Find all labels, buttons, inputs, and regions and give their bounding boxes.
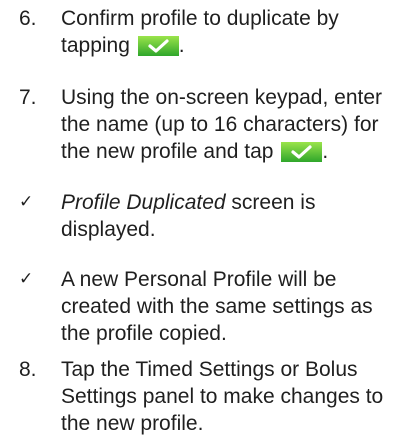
result-text-line-1: Profile Duplicated screen is [61, 189, 406, 216]
checkmark-icon: ✓ [19, 269, 34, 289]
result-text-line-2: displayed. [61, 218, 156, 241]
step-text: panel to make changes to [136, 385, 384, 408]
result-text-line-2: created with the same settings as [61, 295, 373, 318]
step-number: 6. [19, 7, 37, 30]
step-number: 7. [19, 86, 37, 109]
result-text: screen is [225, 191, 316, 214]
result-text-line-3: the profile copied. [61, 322, 227, 345]
step-text: Tap the [61, 358, 136, 381]
step-text-line-2: the name (up to 16 characters) for [61, 113, 379, 136]
step-text-line-1: Tap the Timed Settings or Bolus [61, 356, 406, 383]
ui-term-timed-settings: Timed Settings [135, 358, 275, 381]
step-text-end: . [322, 140, 329, 163]
step-text-line-2: Settings panel to make changes to [61, 383, 406, 410]
step-number: 8. [19, 358, 37, 381]
checkmark-icon: ✓ [19, 192, 34, 212]
ui-term-bolus: Bolus [304, 358, 358, 381]
step-text: tapping [61, 34, 130, 57]
result-text-line-1: A new Personal Profile will be [61, 268, 337, 291]
screen-name: Profile Duplicated [61, 191, 226, 214]
check-button-icon [137, 36, 179, 56]
ui-term-settings: Settings [61, 385, 137, 408]
step-text-line-1: Using the on-screen keypad, enter [61, 86, 383, 109]
step-text-line-2: tapping . [61, 32, 406, 59]
step-text: the new profile and tap [61, 140, 274, 163]
step-text-line-3: the new profile. [61, 412, 204, 435]
step-text-line-1: Confirm profile to duplicate by [61, 7, 339, 30]
step-text-end: . [178, 34, 185, 57]
check-button-icon [281, 142, 323, 162]
step-text: or [274, 358, 305, 381]
step-text-line-3: the new profile and tap . [61, 138, 406, 165]
